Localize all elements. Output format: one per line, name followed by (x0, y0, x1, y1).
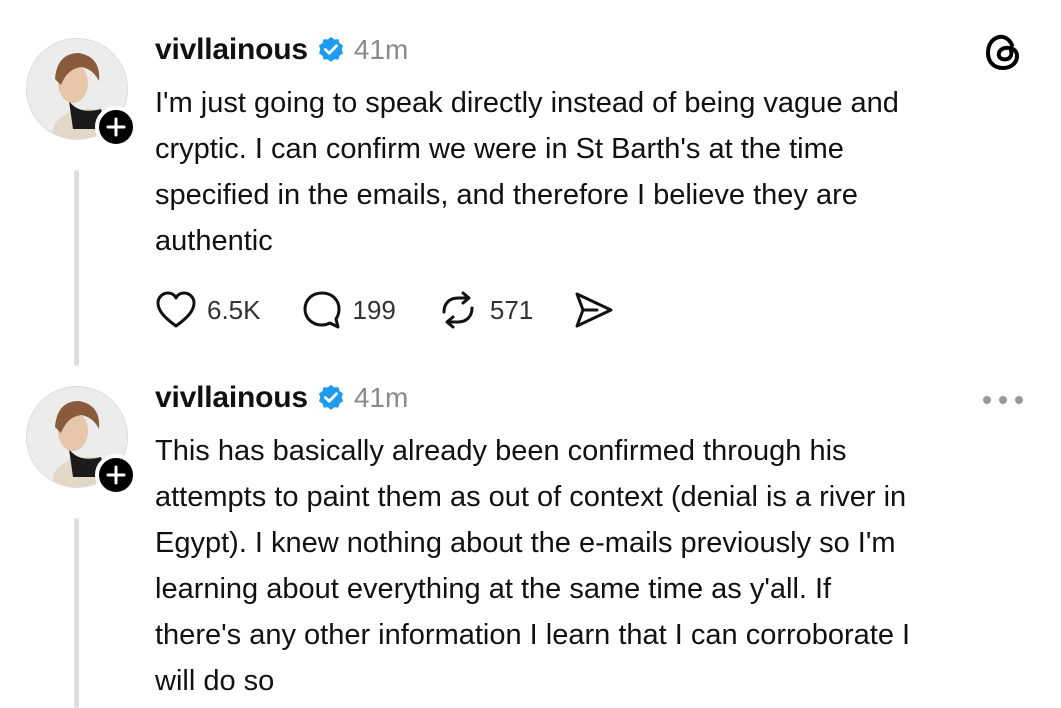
thread-line (74, 170, 79, 366)
post-header: vivllainous 41m (155, 30, 408, 70)
more-dot (1015, 396, 1023, 404)
like-count: 6.5K (207, 294, 261, 325)
verified-badge-icon (318, 36, 343, 62)
more-dot (983, 396, 991, 404)
post-actions: 6.5K 199 571 (155, 286, 655, 334)
reply-count: 199 (352, 294, 396, 325)
repost-button[interactable]: 571 (436, 290, 533, 330)
post-text: I'm just going to speak directly instead… (155, 87, 899, 257)
post-time: 41m (353, 382, 409, 413)
post-header: vivllainous 41m (155, 378, 408, 418)
thread-line (74, 518, 79, 708)
comment-icon (303, 291, 340, 329)
heart-icon (156, 291, 196, 328)
post-time: 41m (353, 34, 409, 65)
plus-icon (106, 117, 126, 137)
reply-button[interactable]: 199 (301, 289, 396, 331)
more-options-icon[interactable] (983, 394, 1023, 406)
threads-logo-icon[interactable] (981, 30, 1025, 74)
post-text: This has basically already been confirme… (155, 435, 911, 697)
share-icon (575, 292, 613, 328)
like-button[interactable]: 6.5K (155, 290, 261, 330)
follow-button[interactable] (95, 454, 137, 496)
verified-badge-icon (318, 384, 343, 410)
post: vivllainous 41m I'm just going to speak … (0, 0, 1061, 380)
share-button[interactable] (573, 290, 615, 330)
repost-count: 571 (489, 294, 534, 325)
repost-icon (442, 291, 474, 329)
username[interactable]: vivllainous (155, 33, 308, 67)
username[interactable]: vivllainous (155, 381, 308, 415)
more-dot (999, 396, 1007, 404)
plus-icon (106, 465, 126, 485)
post: vivllainous 41m This has basically alrea… (0, 378, 1061, 708)
follow-button[interactable] (95, 106, 137, 148)
